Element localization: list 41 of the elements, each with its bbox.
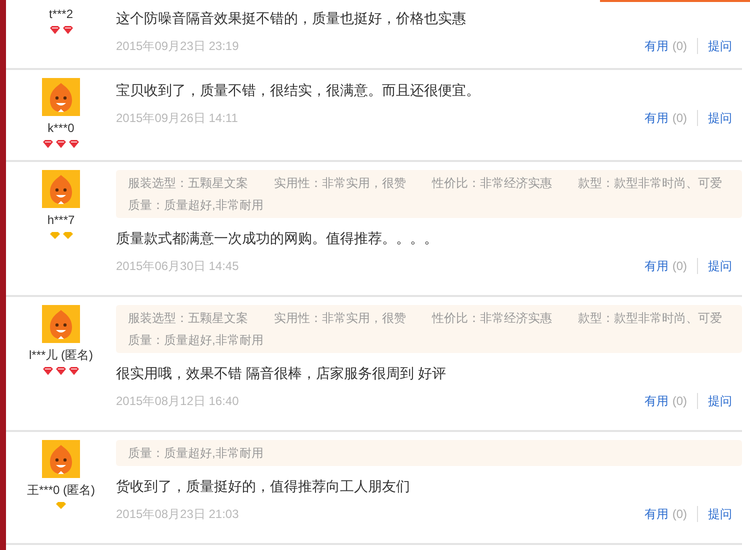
attribute-text: 服装选型：五颗星文案 xyxy=(128,175,248,192)
useful-count: (0) xyxy=(672,393,687,410)
attribute-text: 质量：质量超好,非常耐用 xyxy=(128,445,264,462)
attribute-text: 服装选型：五颗星文案 xyxy=(128,310,248,327)
attribute-text: 款型：款型非常时尚、可爱 xyxy=(578,175,722,192)
useful-link[interactable]: 有用 xyxy=(644,37,668,55)
useful-count: (0) xyxy=(672,38,687,55)
attribute-text: 质量：质量超好,非常耐用 xyxy=(128,197,264,214)
useful-link[interactable]: 有用 xyxy=(644,505,668,523)
useful-link[interactable]: 有用 xyxy=(644,109,668,127)
review-text: 很实用哦，效果不错 隔音很棒，店家服务很周到 好评 xyxy=(116,364,447,383)
review-date: 2015年08月23日 21:03 xyxy=(116,506,239,523)
ask-link[interactable]: 提问 xyxy=(708,109,732,127)
review-date: 2015年08月12日 16:40 xyxy=(116,393,239,410)
attribute-text: 质量：质量超好,非常耐用 xyxy=(128,332,264,349)
useful-link[interactable]: 有用 xyxy=(644,392,668,410)
review-date: 2015年09月26日 14:11 xyxy=(116,110,238,127)
useful-link[interactable]: 有用 xyxy=(644,257,668,275)
attribute-text: 实用性：非常实用，很赞 xyxy=(274,310,406,327)
user-name: h***7 xyxy=(47,212,75,229)
attribute-text: 实用性：非常实用，很赞 xyxy=(274,175,406,192)
attribute-text: 性价比：非常经济实惠 xyxy=(432,175,552,192)
user-name: l***儿 (匿名) xyxy=(28,347,93,364)
attribute-text: 性价比：非常经济实惠 xyxy=(432,310,552,327)
review-text: 质量款式都满意一次成功的网购。值得推荐。。。。 xyxy=(116,229,439,248)
review-date: 2015年09月23日 23:19 xyxy=(116,38,239,55)
review-text: 货收到了，质量挺好的，值得推荐向工人朋友们 xyxy=(116,477,411,496)
ask-link[interactable]: 提问 xyxy=(708,505,732,523)
review-text: 宝贝收到了，质量不错，很结实，很满意。而且还很便宜。 xyxy=(116,81,481,100)
ask-link[interactable]: 提问 xyxy=(708,37,732,55)
review-text: 这个防噪音隔音效果挺不错的，质量也挺好，价格也实惠 xyxy=(116,9,467,28)
useful-count: (0) xyxy=(672,110,687,127)
useful-count: (0) xyxy=(672,258,687,275)
review-date: 2015年06月30日 14:45 xyxy=(116,258,239,275)
ask-link[interactable]: 提问 xyxy=(708,392,732,410)
user-name: t***2 xyxy=(48,6,74,23)
useful-count: (0) xyxy=(672,506,687,523)
attribute-text: 款型：款型非常时尚、可爱 xyxy=(578,310,722,327)
ask-link[interactable]: 提问 xyxy=(708,257,732,275)
user-name: k***0 xyxy=(48,120,74,137)
user-name: 王***0 (匿名) xyxy=(26,482,95,499)
